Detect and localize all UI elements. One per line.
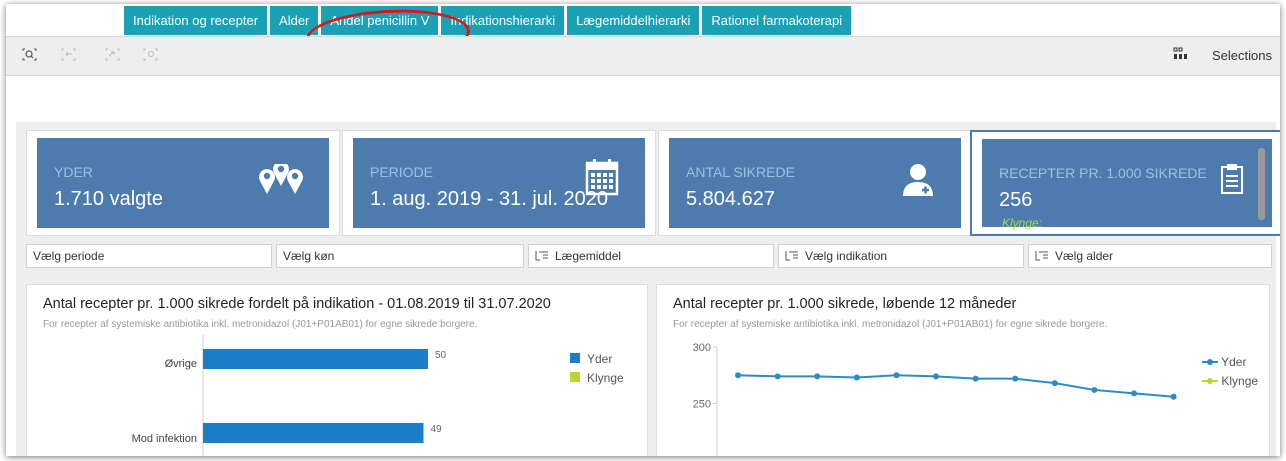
- drill-down-icon: [785, 251, 798, 261]
- bar-chart-panel[interactable]: Antal recepter pr. 1.000 sikrede fordelt…: [26, 284, 648, 456]
- kpi-title: YDER: [54, 164, 93, 180]
- tab-laegemiddelhierarki[interactable]: Lægemiddelhierarki: [567, 6, 700, 35]
- kpi-yder[interactable]: YDER 1.710 valgte: [26, 130, 340, 236]
- step-forward-icon[interactable]: [105, 48, 120, 61]
- kpi-recepter-pr-1000[interactable]: RECEPTER PR. 1.000 SIKREDE 256 Klynge:: [970, 130, 1280, 236]
- data-point[interactable]: [853, 374, 860, 381]
- kpi-subvalue: Klynge:: [1002, 216, 1043, 230]
- legend-label: Yder: [1221, 355, 1247, 369]
- app-window: Indikation og recepter Alder Andel penic…: [6, 4, 1280, 456]
- filter-label: Vælg køn: [283, 249, 335, 263]
- bar-Mod infektion[interactable]: [203, 423, 424, 443]
- dashboard-area: YDER 1.710 valgte PERIODE 1. aug. 2019 -…: [16, 122, 1280, 456]
- kpi-title: PERIODE: [370, 164, 434, 180]
- filter-label: Vælg periode: [33, 249, 105, 263]
- legend-item-yder[interactable]: Yder: [570, 352, 612, 366]
- legend-swatch: [570, 353, 580, 363]
- drill-down-icon: [1035, 251, 1048, 261]
- data-point[interactable]: [1131, 390, 1137, 397]
- data-point[interactable]: [933, 373, 939, 380]
- user-add-icon: [903, 164, 933, 196]
- kpi-periode[interactable]: PERIODE 1. aug. 2019 - 31. jul. 2020: [342, 130, 656, 236]
- clipboard-icon: [1221, 164, 1243, 194]
- filter-koen[interactable]: Vælg køn: [276, 244, 524, 268]
- kpi-title: RECEPTER PR. 1.000 SIKREDE: [999, 165, 1207, 181]
- step-back-icon[interactable]: [61, 48, 76, 61]
- selections-button[interactable]: Selections: [1212, 48, 1272, 63]
- data-point[interactable]: [1170, 393, 1177, 400]
- legend-swatch: [570, 372, 580, 382]
- kpi-title: ANTAL SIKREDE: [686, 164, 795, 180]
- filter-indikation[interactable]: Vælg indikation: [778, 244, 1024, 268]
- legend-label: Klynge: [1221, 374, 1259, 388]
- y-tick-label: 250: [693, 399, 711, 411]
- tab-rationel-farmakoterapi[interactable]: Rationel farmakoterapi: [702, 6, 852, 35]
- filter-periode[interactable]: Vælg periode: [26, 244, 272, 268]
- tab-indikation-og-recepter[interactable]: Indikation og recepter: [124, 6, 268, 35]
- filter-alder[interactable]: Vælg alder: [1028, 244, 1272, 268]
- bar-data-label: 49: [431, 424, 443, 435]
- legend-marker: [1202, 359, 1218, 365]
- kpi-scrollbar[interactable]: [1258, 148, 1265, 220]
- data-point[interactable]: [893, 372, 900, 379]
- bar-data-label: 50: [435, 350, 447, 361]
- bar-Øvrige[interactable]: [203, 349, 428, 369]
- data-point[interactable]: [774, 373, 781, 380]
- clear-selections-icon[interactable]: [143, 48, 158, 61]
- kpi-value: 5.804.627: [686, 188, 775, 210]
- legend-label: Klynge: [587, 371, 624, 385]
- data-point[interactable]: [1012, 375, 1019, 382]
- kpi-antal-sikrede[interactable]: ANTAL SIKREDE 5.804.627: [658, 130, 972, 236]
- bar-chart: 50 49: [202, 335, 447, 456]
- y-tick-label: 300: [693, 342, 711, 354]
- smart-search-icon[interactable]: [22, 48, 37, 61]
- y-tick-label: 200: [693, 455, 711, 456]
- sheet-tabs: Indikation og recepter Alder Andel penic…: [124, 6, 854, 35]
- line-chart: 300 250 200: [693, 342, 1177, 456]
- data-point[interactable]: [1091, 386, 1098, 393]
- legend-item-klynge[interactable]: Klynge: [1202, 374, 1258, 388]
- filter-laegemiddel[interactable]: Lægemiddel: [528, 244, 774, 268]
- data-point[interactable]: [1051, 380, 1058, 387]
- selections-icon[interactable]: [1173, 47, 1187, 61]
- filter-label: Vælg indikation: [805, 249, 888, 263]
- data-point[interactable]: [814, 373, 821, 380]
- data-point[interactable]: [972, 375, 979, 382]
- map-markers-icon: [259, 164, 303, 194]
- legend-marker: [1202, 378, 1218, 384]
- filter-label: Vælg alder: [1055, 249, 1114, 263]
- legend-item-yder[interactable]: Yder: [1202, 355, 1246, 369]
- drill-down-icon: [535, 251, 548, 261]
- toolbar: Selections: [6, 36, 1280, 76]
- series-line-yder: [737, 374, 1174, 398]
- legend-label: Yder: [587, 352, 613, 366]
- line-chart-panel[interactable]: Antal recepter pr. 1.000 sikrede, løbend…: [656, 284, 1270, 456]
- kpi-value: 1. aug. 2019 - 31. jul. 2020: [370, 188, 608, 210]
- legend-item-klynge[interactable]: Klynge: [570, 371, 624, 385]
- kpi-value: 1.710 valgte: [54, 188, 163, 210]
- kpi-value: 256: [999, 189, 1033, 211]
- filter-label: Lægemiddel: [555, 249, 622, 263]
- data-point[interactable]: [735, 372, 741, 379]
